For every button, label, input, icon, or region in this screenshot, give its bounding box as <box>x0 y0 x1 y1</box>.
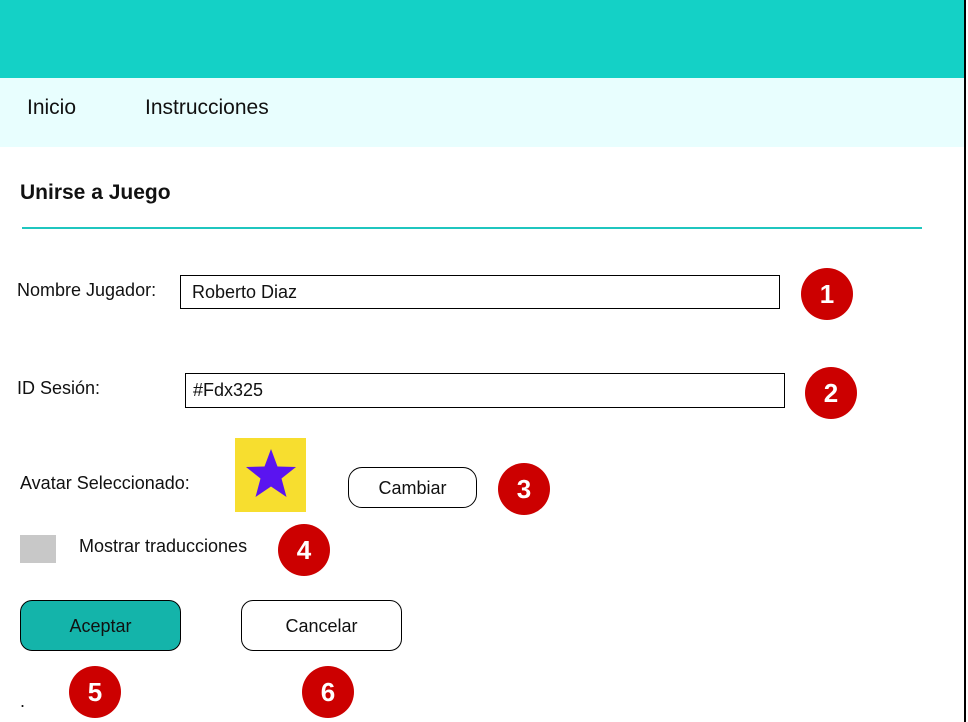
accept-button[interactable]: Aceptar <box>20 600 181 651</box>
nav-item-instrucciones[interactable]: Instrucciones <box>145 95 269 121</box>
stray-dot-text: . <box>20 691 26 711</box>
marker-1: 1 <box>801 268 853 320</box>
marker-6: 6 <box>302 666 354 718</box>
session-id-input[interactable] <box>185 373 785 408</box>
cancel-button[interactable]: Cancelar <box>241 600 402 651</box>
page-title: Unirse a Juego <box>20 181 171 204</box>
player-name-label: Nombre Jugador: <box>17 280 157 300</box>
marker-3: 3 <box>498 463 550 515</box>
marker-4: 4 <box>278 524 330 576</box>
marker-5: 5 <box>69 666 121 718</box>
session-id-label: ID Sesión: <box>17 378 101 398</box>
translations-label: Mostrar traducciones <box>79 536 248 556</box>
player-name-input[interactable] <box>180 275 780 309</box>
title-divider <box>22 227 922 229</box>
change-avatar-button[interactable]: Cambiar <box>348 467 477 508</box>
app-header-bar <box>0 0 964 78</box>
avatar-preview <box>235 438 306 512</box>
marker-2: 2 <box>805 367 857 419</box>
star-icon <box>246 449 296 497</box>
avatar-label: Avatar Seleccionado: <box>20 473 190 493</box>
nav-item-inicio[interactable]: Inicio <box>27 95 76 121</box>
translations-checkbox[interactable] <box>20 535 56 563</box>
